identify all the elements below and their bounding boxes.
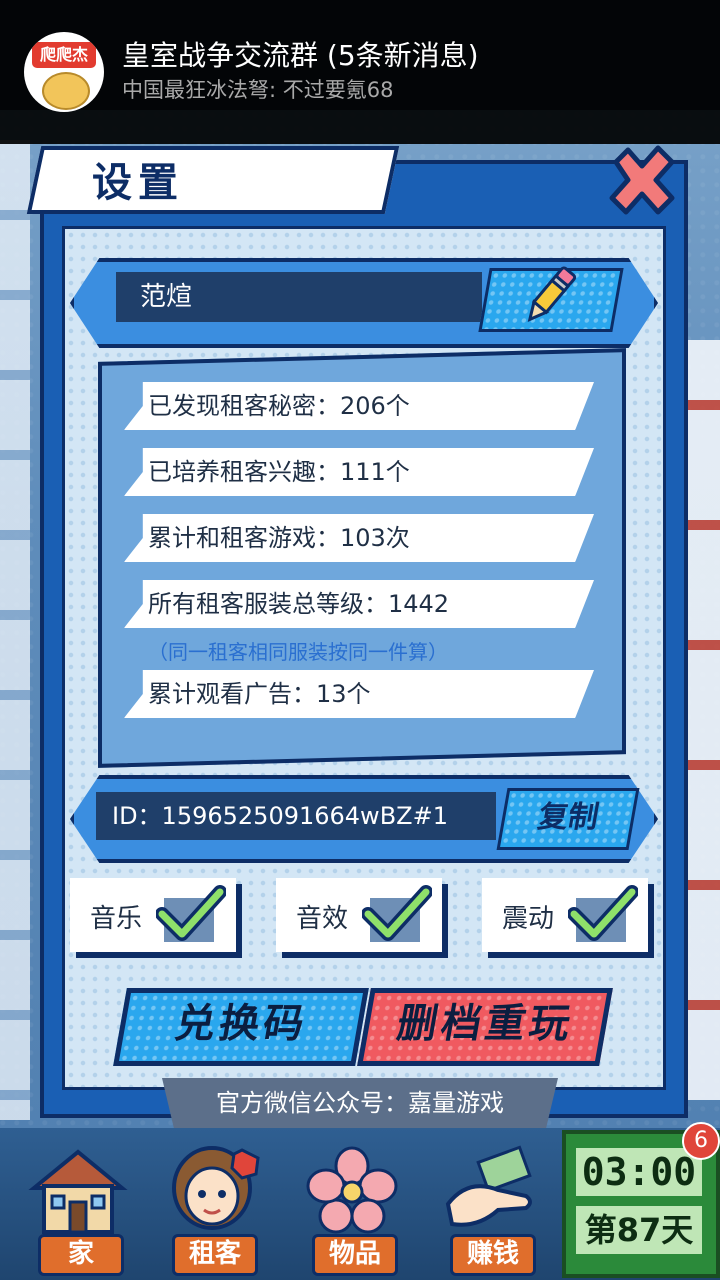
nav-tenants[interactable]: 租客 (150, 1140, 274, 1276)
edit-name-button[interactable] (478, 268, 624, 332)
app-logo-text: 爬爬杰 (32, 42, 96, 68)
nav-tenants-label: 租客 (172, 1234, 258, 1276)
stat-interests: 已培养租客兴趣：111个 (124, 448, 594, 496)
tenant-girl-icon (172, 1146, 260, 1230)
nav-home[interactable]: 家 (16, 1140, 140, 1276)
clock-day: 第87天 (576, 1206, 702, 1254)
redeem-code-button[interactable]: 兑换码 (113, 988, 369, 1066)
dialog-title-tab (26, 146, 400, 214)
check-icon (568, 885, 638, 941)
money-hand-icon (445, 1145, 532, 1227)
copy-button[interactable]: 复制 (496, 788, 640, 850)
sound-effects-toggle[interactable]: 音效 (276, 878, 442, 952)
music-label: 音乐 (90, 904, 143, 934)
nav-earn[interactable]: 赚钱 (428, 1140, 552, 1276)
check-icon (156, 885, 226, 941)
notification-title: 皇室战争交流群 (5条新消息) (122, 39, 479, 72)
nav-earn-label: 赚钱 (450, 1234, 536, 1276)
notification-avatar: 爬爬杰 (24, 32, 104, 112)
close-button[interactable] (604, 142, 680, 218)
nav-items[interactable]: 物品 (290, 1140, 414, 1276)
stat-games: 累计和租客游戏：103次 (124, 514, 594, 562)
player-name: 范煊 (116, 272, 482, 322)
stat-ads: 累计观看广告：13个 (124, 670, 594, 718)
nav-home-label: 家 (38, 1234, 124, 1276)
vibration-toggle[interactable]: 震动 (482, 878, 648, 952)
close-icon (609, 145, 675, 215)
wechat-official-account: 官方微信公众号：嘉量游戏 (162, 1078, 558, 1128)
check-icon (362, 885, 432, 941)
notification-badge: 6 (682, 1122, 720, 1160)
notification-banner[interactable]: 爬爬杰 皇室战争交流群 (5条新消息) 中国最狂冰法弩: 不过要氪68 (0, 0, 720, 144)
flower-icon (306, 1146, 398, 1234)
background-left-edge (0, 140, 30, 1120)
avatar-face-icon (42, 72, 90, 110)
nav-items-label: 物品 (312, 1234, 398, 1276)
dialog-title: 设置 (92, 160, 184, 206)
clock-time: 03:00 (576, 1148, 702, 1196)
stat-note: （同一租客相同服装按同一件算） (148, 640, 448, 664)
stat-outfit-level: 所有租客服装总等级：1442 (124, 580, 594, 628)
vibration-label: 震动 (502, 904, 555, 934)
delete-save-button[interactable]: 删档重玩 (357, 988, 613, 1066)
stat-secrets: 已发现租客秘密：206个 (124, 382, 594, 430)
house-icon (28, 1149, 128, 1234)
music-toggle[interactable]: 音乐 (70, 878, 236, 952)
player-id: ID：1596525091664wBZ#1 (96, 792, 496, 840)
notification-message: 中国最狂冰法弩: 不过要氪68 (122, 78, 394, 102)
sound-effects-label: 音效 (296, 904, 349, 934)
